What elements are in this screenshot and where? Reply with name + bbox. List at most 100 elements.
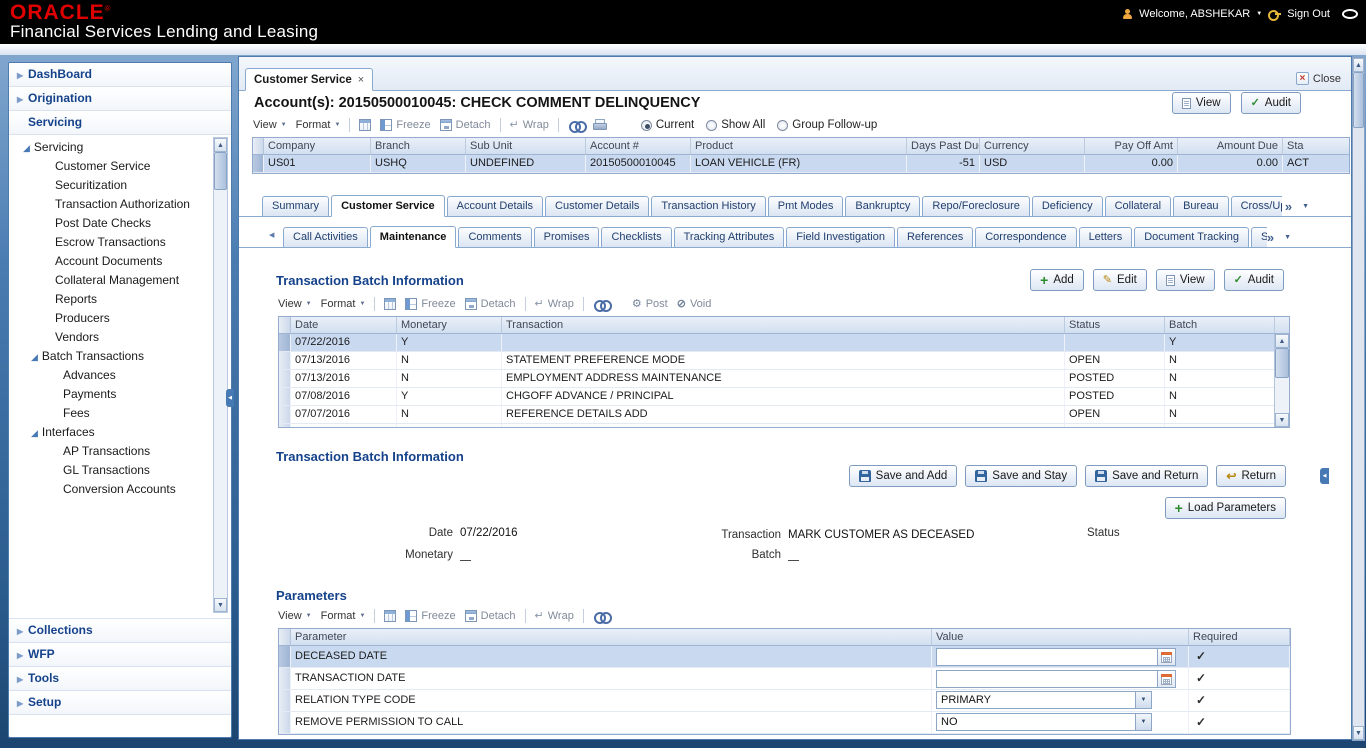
table-icon[interactable] [384,610,396,622]
column-header-days-past-due[interactable]: Days Past Due [907,138,980,154]
subtab-checklists[interactable]: Checklists [601,227,671,248]
chevron-down-icon[interactable]: ▼ [1256,11,1262,17]
subtab-tracking-attributes[interactable]: Tracking Attributes [674,227,785,248]
tree-leaf-collateral-management[interactable]: Collateral Management [9,271,231,290]
scrollbar-track[interactable] [1275,378,1289,413]
find-icon[interactable] [593,612,609,621]
tree-leaf-reports[interactable]: Reports [9,290,231,309]
column-header-date[interactable]: Date [291,317,397,333]
tree-leaf-transaction-authorization[interactable]: Transaction Authorization [9,195,231,214]
tab-collateral[interactable]: Collateral [1105,196,1171,217]
batch-grid-scrollbar[interactable]: ▲▼ [1274,334,1289,427]
tab-account-details[interactable]: Account Details [447,196,543,217]
edit-button[interactable]: ✎Edit [1093,269,1147,291]
row-selector[interactable] [279,424,291,428]
batch-row[interactable]: 07/13/2016NSTATEMENT PREFERENCE MODEOPEN… [279,352,1289,370]
tab-bankruptcy[interactable]: Bankruptcy [845,196,920,217]
welcome-menu[interactable]: Welcome, ABSHEKAR [1139,8,1250,20]
sidebar-item-collections[interactable]: ▶Collections [9,619,231,643]
radio-icon[interactable] [777,120,788,131]
post-button[interactable]: ⚙Post [632,298,668,310]
sidebar-item-setup[interactable]: ▶Setup [9,691,231,715]
scroll-up-icon[interactable]: ▲ [1275,334,1289,348]
tree-node-servicing[interactable]: ◢Servicing [9,138,231,157]
scrollbar-thumb[interactable] [1353,72,1364,128]
subtab-document-tracking[interactable]: Document Tracking [1134,227,1249,248]
tree-leaf-vendors[interactable]: Vendors [9,328,231,347]
tree-leaf-producers[interactable]: Producers [9,309,231,328]
column-header-amount-due[interactable]: Amount Due [1178,138,1283,154]
row-selector[interactable] [279,388,291,405]
tab-transaction-history[interactable]: Transaction History [651,196,765,217]
print-icon[interactable] [593,119,606,131]
tree-node-batch-transactions[interactable]: ◢Batch Transactions [9,347,231,366]
calendar-icon[interactable] [1158,670,1176,688]
freeze-button[interactable]: Freeze [380,119,430,131]
save-and-stay-button[interactable]: Save and Stay [965,465,1077,487]
tab-repo-foreclosure[interactable]: Repo/Foreclosure [922,196,1029,217]
dropdown-arrow-icon[interactable]: ▼ [1135,714,1151,730]
subtab-correspondence[interactable]: Correspondence [975,227,1076,248]
table-icon[interactable] [384,298,396,310]
tree-leaf-payments[interactable]: Payments [9,385,231,404]
column-header-currency[interactable]: Currency [980,138,1085,154]
scroll-up-icon[interactable]: ▲ [214,138,227,152]
filter-show-all[interactable]: Show All [706,119,765,131]
tree-leaf-ap-transactions[interactable]: AP Transactions [9,442,231,461]
batch-row[interactable]: 07/07/2016NREFERENCE DETAILS MODIFYOPENN [279,424,1289,428]
scroll-down-icon[interactable]: ▼ [1275,413,1289,427]
tree-leaf-conversion-accounts[interactable]: Conversion Accounts [9,480,231,499]
find-icon[interactable] [568,121,584,130]
tab-deficiency[interactable]: Deficiency [1032,196,1103,217]
tab-close-icon[interactable]: × [358,74,364,86]
detach-button[interactable]: Detach [465,298,516,310]
tree-leaf-gl-transactions[interactable]: GL Transactions [9,461,231,480]
wrap-button[interactable]: ↵Wrap [535,298,574,310]
parameter-row-relation-type-code[interactable]: RELATION TYPE CODEPRIMARY▼✓ [279,690,1290,712]
freeze-button[interactable]: Freeze [405,610,455,622]
find-icon[interactable] [593,300,609,309]
select-relation-type-code[interactable]: PRIMARY▼ [936,691,1152,709]
subtab-comments[interactable]: Comments [458,227,531,248]
format-menu[interactable]: Format▼ [321,298,366,310]
view-menu[interactable]: View▼ [278,610,312,622]
wrap-button[interactable]: ↵Wrap [510,119,549,131]
batch-row[interactable]: 07/22/2016YY [279,334,1289,352]
scroll-down-icon[interactable]: ▼ [1353,726,1364,740]
tab-menu-icon[interactable]: ▼ [1284,234,1291,241]
column-header-account[interactable]: Account # [586,138,691,154]
view-menu[interactable]: View▼ [253,119,287,131]
tree-leaf-post-date-checks[interactable]: Post Date Checks [9,214,231,233]
radio-icon[interactable] [706,120,717,131]
tree-leaf-advances[interactable]: Advances [9,366,231,385]
parameter-row-deceased-date[interactable]: DECEASED DATE✓ [279,646,1290,668]
calendar-icon[interactable] [1158,648,1176,666]
filter-group-follow-up[interactable]: Group Follow-up [777,119,877,131]
dropdown-arrow-icon[interactable]: ▼ [1135,692,1151,708]
column-header-pay-off-amt[interactable]: Pay Off Amt [1085,138,1178,154]
tab-summary[interactable]: Summary [262,196,329,217]
tab-overflow-icon[interactable]: » [1285,199,1292,214]
sidebar-scrollbar[interactable]: ▲▼ [213,137,228,613]
tab-cross-up-sell-activi[interactable]: Cross/Up Sell Activi [1231,196,1282,217]
row-selector[interactable] [279,668,291,689]
column-header-value[interactable]: Value [932,629,1189,645]
save-and-add-button[interactable]: Save and Add [849,465,958,487]
subtab-scenario-analy[interactable]: Scenario Analy [1251,227,1267,248]
subtab-promises[interactable]: Promises [534,227,600,248]
scrollbar-track[interactable] [1353,128,1364,726]
row-selector[interactable] [279,406,291,423]
tab-customer-service[interactable]: Customer Service [331,195,445,217]
format-menu[interactable]: Format▼ [321,610,366,622]
load-parameters-button[interactable]: +Load Parameters [1165,497,1286,519]
window-tab-customer-service[interactable]: Customer Service × [245,68,373,91]
date-input[interactable] [936,648,1158,666]
parameter-row-transaction-date[interactable]: TRANSACTION DATE✓ [279,668,1290,690]
sidebar-item-dashboard[interactable]: ▶DashBoard [9,63,231,87]
scrollbar-thumb[interactable] [214,152,227,190]
panel-collapse-handle[interactable]: ◀ [1320,468,1329,484]
date-input[interactable] [936,670,1158,688]
scroll-down-icon[interactable]: ▼ [214,598,227,612]
batch-row[interactable]: 07/07/2016NREFERENCE DETAILS ADDOPENN [279,406,1289,424]
column-header-parameter[interactable]: Parameter [291,629,932,645]
